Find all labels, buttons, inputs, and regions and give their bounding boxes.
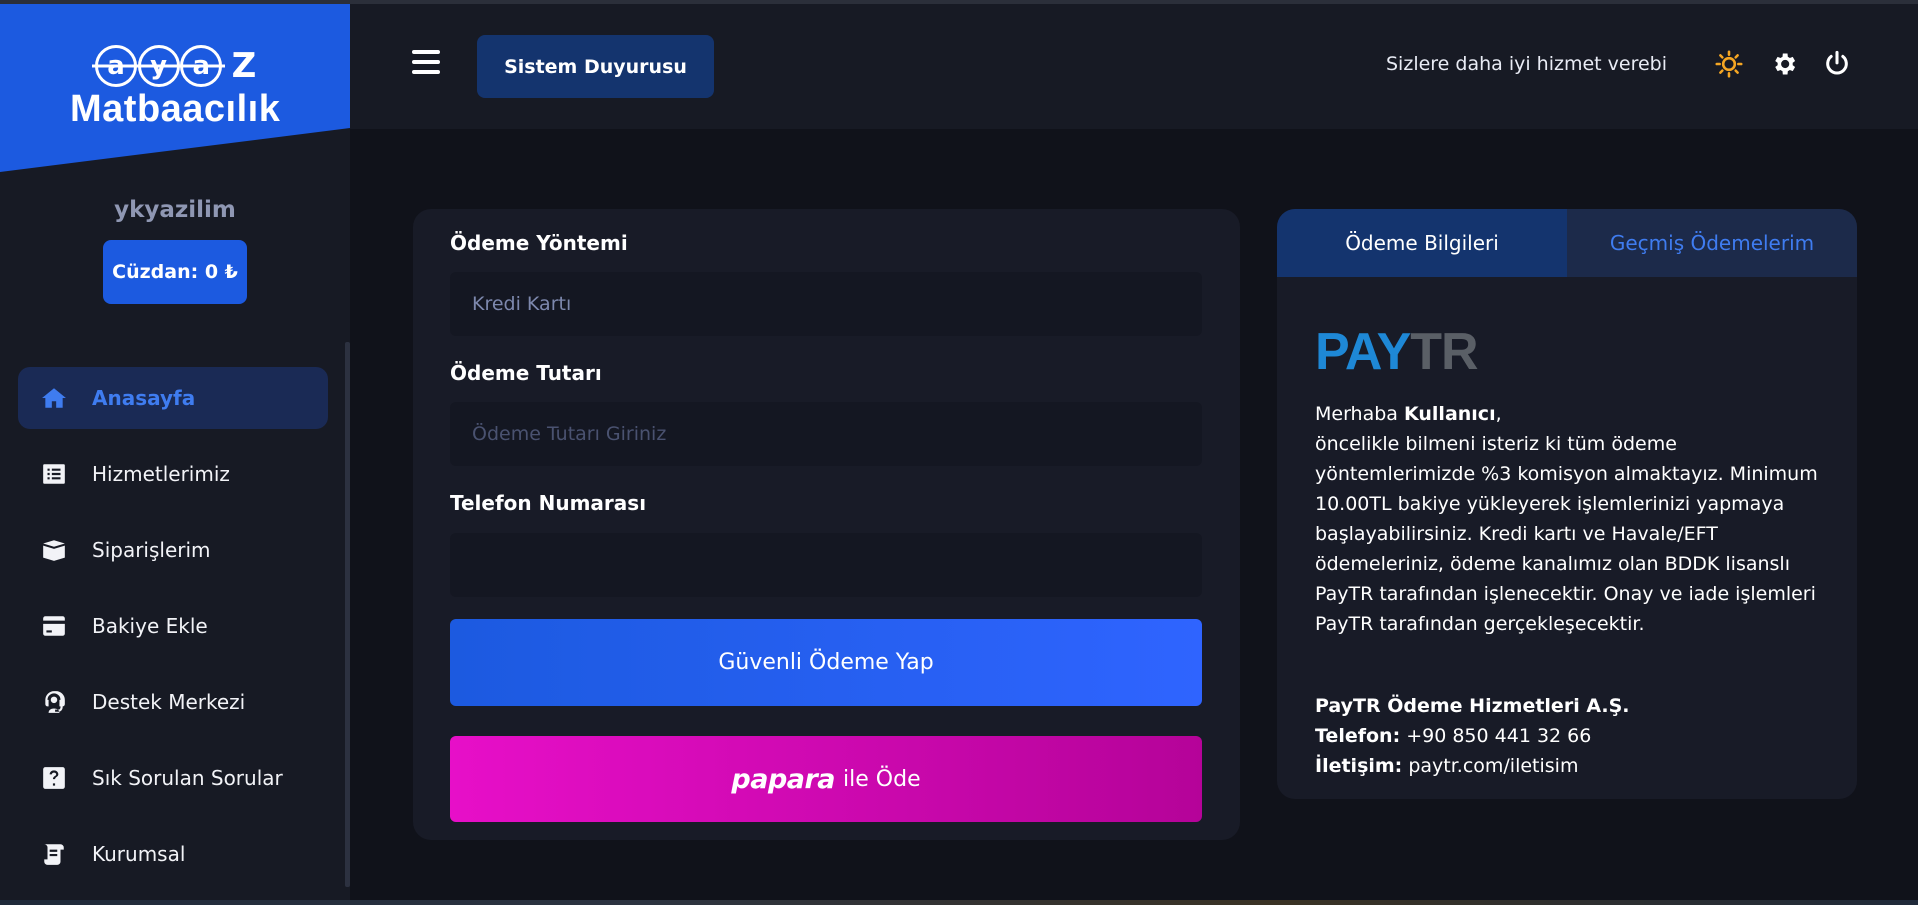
sidebar-item-anasayfa[interactable]: Anasayfa <box>18 367 328 429</box>
payment-method-label: Ödeme Yöntemi <box>450 231 628 255</box>
phone-number-label: Telefon Numarası <box>450 491 647 515</box>
papara-logo: papara <box>731 763 836 795</box>
paytr-logo: PAYTR <box>1315 323 1479 381</box>
username: ykyazilim <box>114 197 236 223</box>
sidebar-scrollbar[interactable] <box>345 342 350 887</box>
headset-icon <box>38 686 70 718</box>
sidebar-item-siparislerim[interactable]: Siparişlerim <box>18 519 328 581</box>
credit-card-icon <box>38 610 70 642</box>
sidebar-item-label: Destek Merkezi <box>92 690 246 714</box>
sidebar-item-destek-merkezi[interactable]: Destek Merkezi <box>18 671 328 733</box>
sidebar: a y a Z Matbaacılık ykyazilim Cüzdan: 0 … <box>0 4 350 900</box>
tab-payment-history[interactable]: Geçmiş Ödemelerim <box>1567 209 1857 277</box>
company-name: PayTR Ödeme Hizmetleri A.Ş. <box>1315 695 1630 717</box>
logo-mark: a y a Z <box>95 44 265 88</box>
sidebar-item-label: Kurumsal <box>92 842 186 866</box>
company-contact: PayTR Ödeme Hizmetleri A.Ş. Telefon: +90… <box>1315 691 1825 781</box>
logo[interactable]: a y a Z Matbaacılık <box>0 4 350 172</box>
logo-letter: a <box>95 45 137 87</box>
sidebar-item-bakiye-ekle[interactable]: Bakiye Ekle <box>18 595 328 657</box>
logo-text: Matbaacılık <box>70 88 281 130</box>
sidebar-item-sss[interactable]: Sık Sorulan Sorular <box>18 747 328 809</box>
info-description: Merhaba Kullanıcı, öncelikle bilmeni iste… <box>1315 403 1818 635</box>
payment-info-card: Ödeme Bilgileri Geçmiş Ödemelerim PAYTR … <box>1277 209 1857 799</box>
sidebar-item-label: Anasayfa <box>92 386 196 410</box>
papara-button-label: ile Öde <box>843 766 921 792</box>
company-phone: Telefon: +90 850 441 32 66 <box>1315 725 1592 747</box>
home-icon <box>38 382 70 414</box>
sun-icon[interactable] <box>1715 50 1743 78</box>
sidebar-item-label: Hizmetlerimiz <box>92 462 230 486</box>
marquee-text: Sizlere daha iyi hizmet verebi <box>1386 53 1668 75</box>
sidebar-item-kurumsal[interactable]: Kurumsal <box>18 823 328 885</box>
papara-payment-button[interactable]: papara ile Öde <box>450 736 1202 822</box>
company-contact-link[interactable]: İletişim: paytr.com/iletisim <box>1315 751 1825 781</box>
payment-method-select[interactable]: Kredi Kartı <box>450 272 1202 336</box>
secure-payment-button[interactable]: Güvenli Ödeme Yap <box>450 619 1202 706</box>
window-bottom-border <box>0 900 1918 905</box>
announcement-button[interactable]: Sistem Duyurusu <box>477 35 714 98</box>
menu-icon[interactable] <box>412 50 440 74</box>
sidebar-item-label: Bakiye Ekle <box>92 614 208 638</box>
question-icon <box>38 762 70 794</box>
list-icon <box>38 458 70 490</box>
sidebar-item-hizmetlerimiz[interactable]: Hizmetlerimiz <box>18 443 328 505</box>
logo-letter: y <box>137 45 180 87</box>
box-icon <box>38 534 70 566</box>
power-icon[interactable] <box>1823 50 1851 78</box>
tab-payment-info[interactable]: Ödeme Bilgileri <box>1277 209 1567 277</box>
payment-amount-label: Ödeme Tutarı <box>450 361 602 385</box>
logo-letter: a <box>180 45 223 87</box>
sidebar-item-label: Siparişlerim <box>92 538 211 562</box>
scroll-icon <box>38 838 70 870</box>
gear-icon[interactable] <box>1770 50 1798 78</box>
sidebar-item-label: Sık Sorulan Sorular <box>92 766 283 790</box>
phone-number-input[interactable] <box>450 533 1202 597</box>
payment-amount-input[interactable]: Ödeme Tutarı Giriniz <box>450 402 1202 466</box>
wallet-button[interactable]: Cüzdan: 0 ₺ <box>103 240 247 304</box>
logo-letter: Z <box>231 46 257 86</box>
